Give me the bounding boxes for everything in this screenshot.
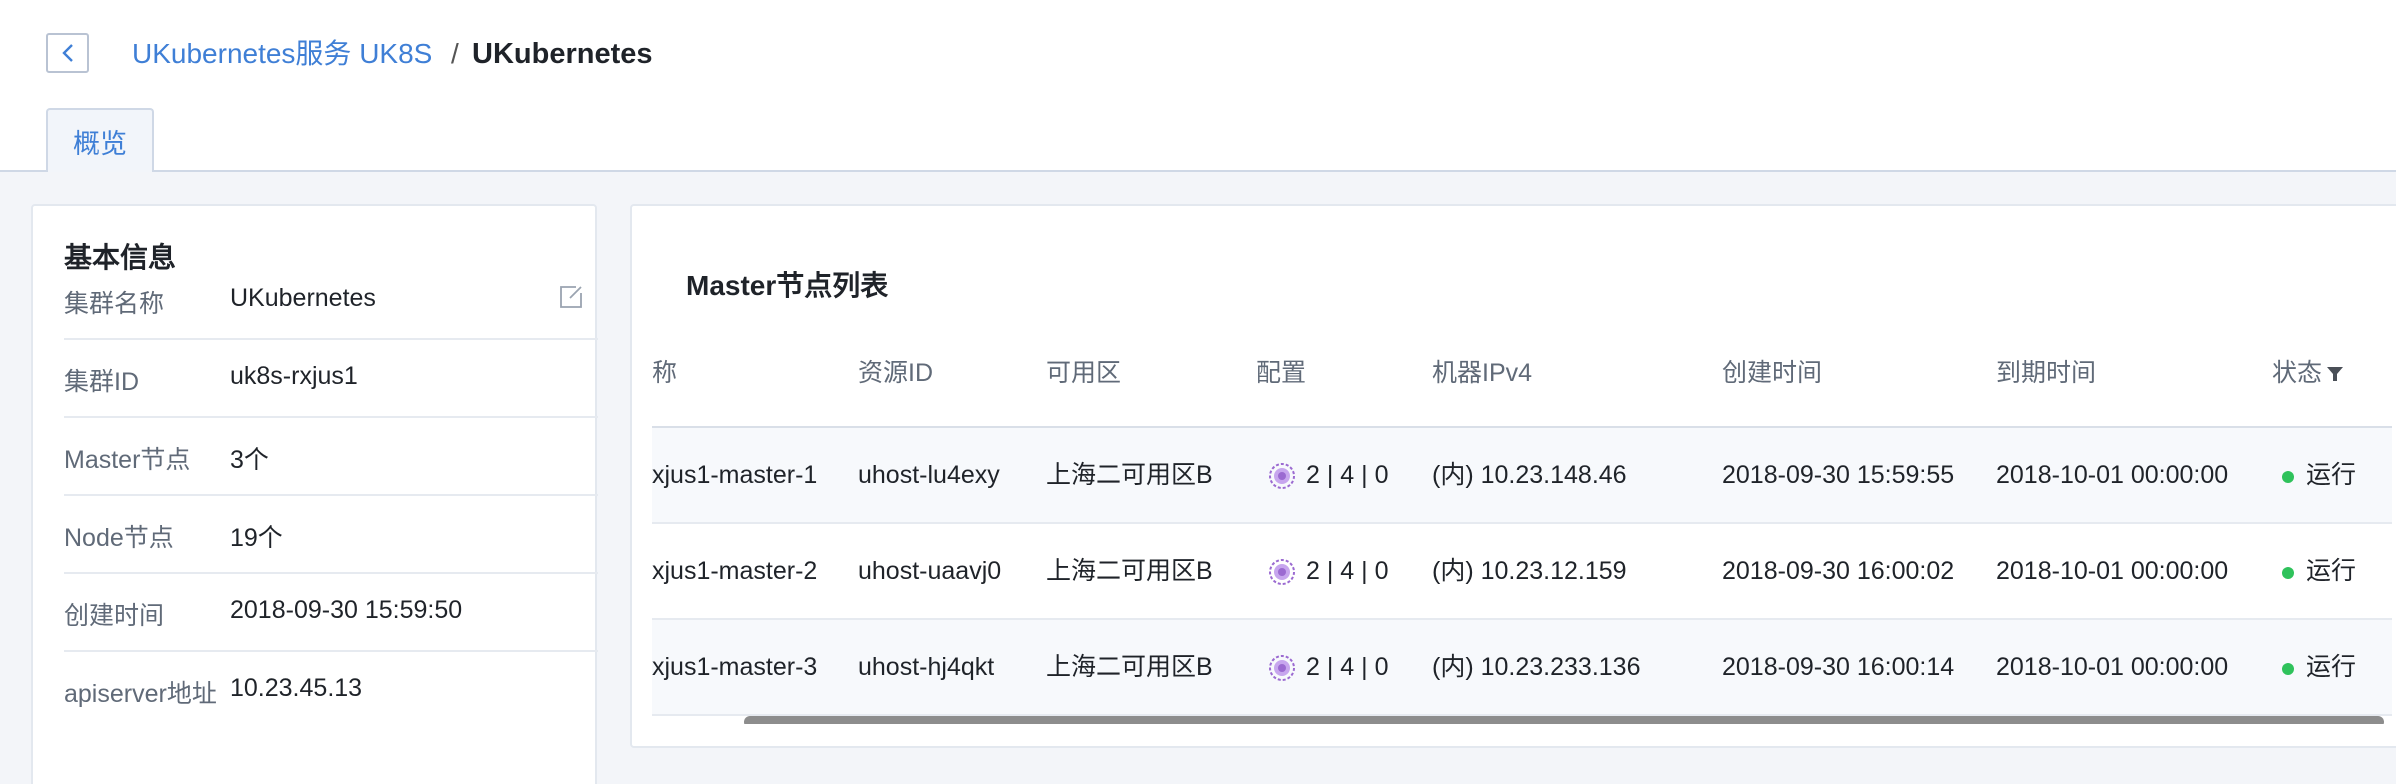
cell-resource-id: uhost-uaavj0: [858, 557, 1002, 585]
tab-bar: 概览: [0, 108, 2396, 172]
tab-overview[interactable]: 概览: [46, 108, 154, 172]
cell-ipv4: (内) 10.23.233.136: [1432, 653, 1641, 681]
back-button[interactable]: [46, 33, 89, 73]
info-value: uk8s-rxjus1: [230, 362, 358, 390]
breadcrumb-separator: /: [451, 38, 459, 69]
column-header-name: 称: [652, 359, 678, 387]
info-label: apiserver地址: [64, 680, 217, 708]
info-row-node-nodes: Node节点 19个: [64, 496, 598, 574]
table-row[interactable]: xjus1-master-1 uhost-lu4exy 上海二可用区B 2 | …: [652, 428, 2392, 524]
top-bar: UKubernetes服务 UK8S / UKubernetes: [0, 0, 2396, 110]
info-label: 集群名称: [64, 290, 165, 318]
cell-resource-id: uhost-hj4qkt: [858, 653, 995, 681]
cell-status: 运行: [2306, 461, 2357, 489]
status-running-icon: [2282, 471, 2294, 483]
cell-expires: 2018-10-01 00:00:00: [1996, 461, 2229, 489]
info-row-master-nodes: Master节点 3个: [64, 418, 598, 496]
master-list-title: Master节点列表: [686, 270, 889, 301]
cell-status: 运行: [2306, 557, 2357, 585]
filter-icon[interactable]: [2326, 365, 2344, 383]
info-row-apiserver: apiserver地址 10.23.45.13: [64, 652, 598, 730]
scrollbar-thumb[interactable]: [744, 716, 2384, 724]
cell-created: 2018-09-30 15:59:55: [1722, 461, 1955, 489]
cell-name: xjus1-master-3: [652, 653, 818, 681]
horizontal-scrollbar[interactable]: [652, 716, 2392, 724]
info-value: 10.23.45.13: [230, 674, 363, 702]
master-list-card: Master节点列表 称 资源ID 可用区 配置 机器IPv4 创建时间 到期时…: [630, 204, 2396, 748]
cell-ipv4: (内) 10.23.148.46: [1432, 461, 1627, 489]
cell-zone: 上海二可用区B: [1046, 461, 1213, 489]
basic-info-card: 基本信息 集群名称 UKubernetes 集群ID uk8s-rxjus1 M…: [31, 204, 598, 784]
cell-created: 2018-09-30 16:00:02: [1722, 557, 1955, 585]
column-header-zone: 可用区: [1046, 359, 1122, 387]
config-icon: [1269, 559, 1295, 585]
master-table[interactable]: 称 资源ID 可用区 配置 机器IPv4 创建时间 到期时间 状态 xjus1-…: [652, 318, 2392, 724]
cell-zone: 上海二可用区B: [1046, 557, 1213, 585]
breadcrumb-parent-link[interactable]: UKubernetes服务 UK8S: [132, 37, 432, 71]
cell-name: xjus1-master-2: [652, 557, 818, 585]
column-header-config: 配置: [1256, 359, 1307, 387]
config-icon: [1269, 463, 1295, 489]
cell-config: 2 | 4 | 0: [1306, 653, 1389, 681]
content-area: 基本信息 集群名称 UKubernetes 集群ID uk8s-rxjus1 M…: [0, 172, 2396, 784]
column-header-expires: 到期时间: [1996, 359, 2097, 387]
table-row[interactable]: xjus1-master-2 uhost-uaavj0 上海二可用区B 2 | …: [652, 524, 2392, 620]
cell-resource-id: uhost-lu4exy: [858, 461, 1000, 489]
breadcrumb-current: UKubernetes: [472, 38, 653, 70]
column-header-status[interactable]: 状态: [2272, 318, 2344, 428]
info-label: 创建时间: [64, 602, 165, 630]
config-icon: [1269, 655, 1295, 681]
info-label: Node节点: [64, 524, 174, 552]
info-row-cluster-id: 集群ID uk8s-rxjus1: [64, 340, 598, 418]
cell-status: 运行: [2306, 653, 2357, 681]
cell-config: 2 | 4 | 0: [1306, 557, 1389, 585]
column-header-resource-id: 资源ID: [858, 359, 934, 387]
info-row-created-time: 创建时间 2018-09-30 15:59:50: [64, 574, 598, 652]
cell-expires: 2018-10-01 00:00:00: [1996, 653, 2229, 681]
cell-config: 2 | 4 | 0: [1306, 461, 1389, 489]
info-value: 3个: [230, 446, 269, 474]
info-label: 集群ID: [64, 368, 140, 396]
cell-expires: 2018-10-01 00:00:00: [1996, 557, 2229, 585]
chevron-left-icon: [61, 44, 73, 62]
info-label: Master节点: [64, 446, 191, 474]
info-value: 19个: [230, 524, 283, 552]
info-row-cluster-name: 集群名称 UKubernetes: [64, 262, 598, 340]
info-value: 2018-09-30 15:59:50: [230, 596, 463, 624]
info-value: UKubernetes: [230, 284, 376, 312]
cell-created: 2018-09-30 16:00:14: [1722, 653, 1955, 681]
column-header-status-label: 状态: [2272, 359, 2323, 387]
status-running-icon: [2282, 663, 2294, 675]
cell-zone: 上海二可用区B: [1046, 653, 1213, 681]
edit-icon[interactable]: [558, 284, 584, 310]
cell-name: xjus1-master-1: [652, 461, 818, 489]
table-row[interactable]: xjus1-master-3 uhost-hj4qkt 上海二可用区B 2 | …: [652, 620, 2392, 716]
status-running-icon: [2282, 567, 2294, 579]
column-header-created: 创建时间: [1722, 359, 1823, 387]
column-header-ipv4: 机器IPv4: [1432, 359, 1533, 387]
cell-ipv4: (内) 10.23.12.159: [1432, 557, 1627, 585]
